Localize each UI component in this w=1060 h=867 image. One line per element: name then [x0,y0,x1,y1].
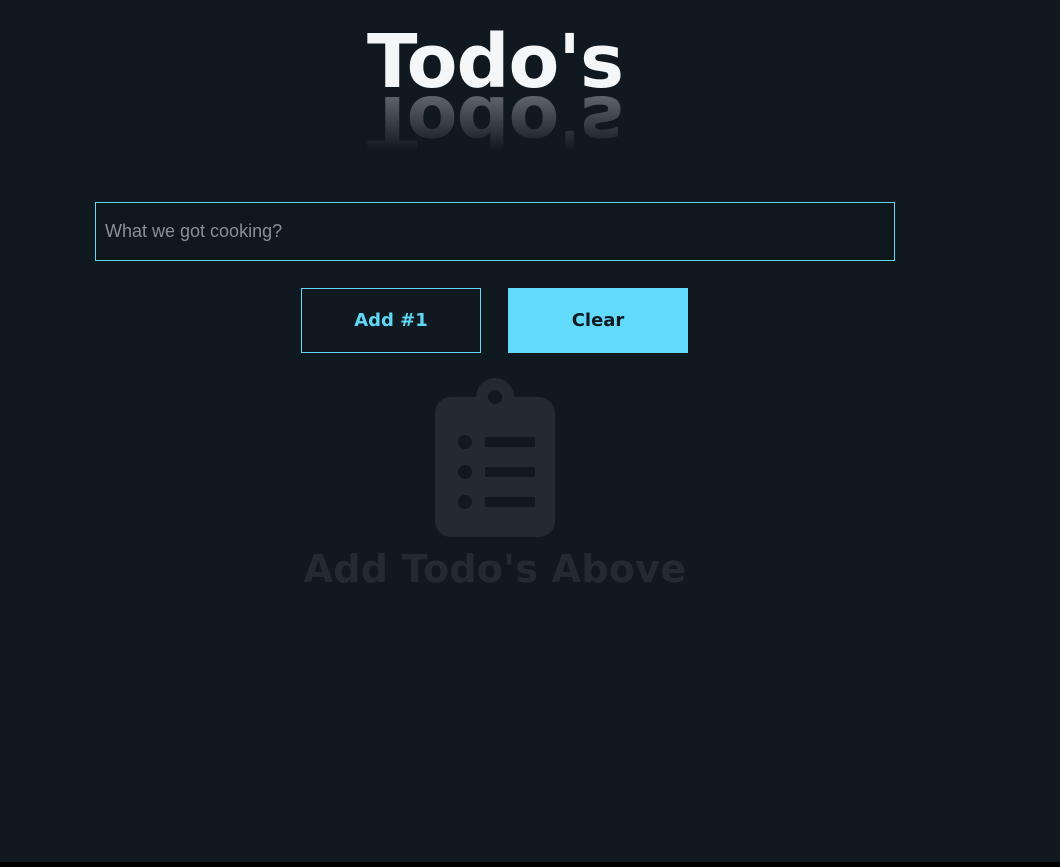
empty-state-message: Add Todo's Above [303,547,687,591]
clear-button[interactable]: Clear [508,288,688,353]
title-container: Todo's [0,24,990,100]
clear-button-label: Clear [571,310,625,331]
todo-input[interactable] [95,202,895,261]
todo-app: Todo's Add #1 Clear Add Todo's Above [0,0,1060,862]
add-button-label: Add #1 [354,310,428,331]
clipboard-list-icon [435,378,555,537]
app-title: Todo's [367,19,624,105]
add-todo-button[interactable]: Add #1 [301,288,481,353]
